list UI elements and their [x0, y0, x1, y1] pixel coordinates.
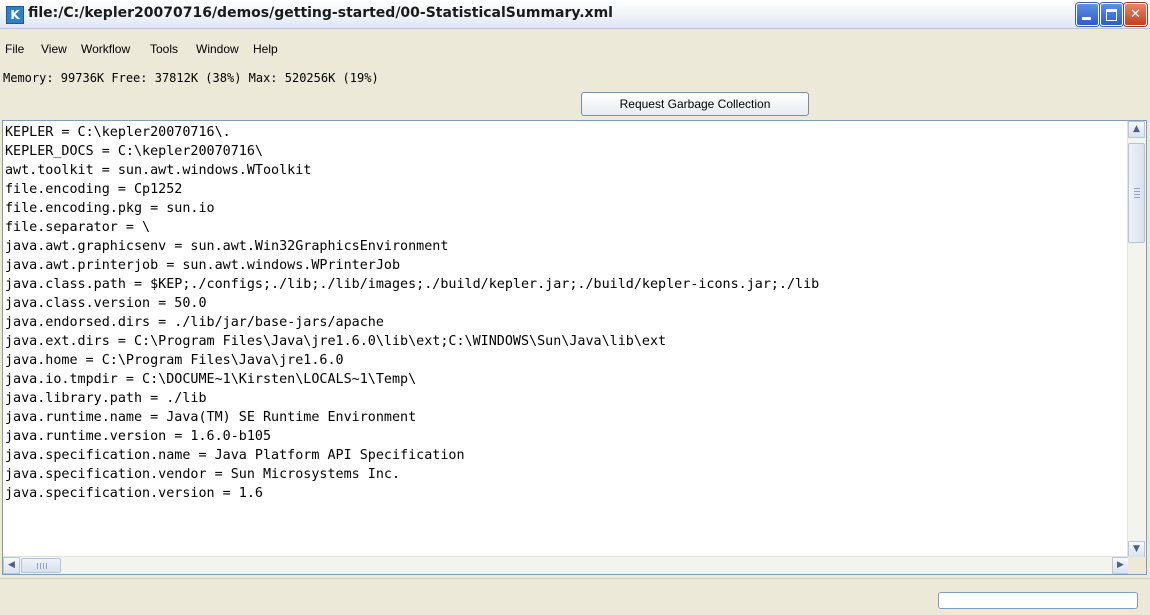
status-field — [938, 592, 1138, 609]
vertical-scroll-thumb[interactable] — [1128, 143, 1145, 243]
horizontal-scrollbar[interactable]: ◀ ▶ — [3, 556, 1129, 574]
menu-workflow[interactable]: Workflow — [81, 42, 130, 56]
property-line: java.class.version = 50.0 — [5, 296, 207, 311]
menu-view[interactable]: View — [41, 42, 67, 56]
property-line: java.awt.graphicsenv = sun.awt.Win32Grap… — [5, 239, 449, 254]
menu-tools[interactable]: Tools — [150, 42, 178, 56]
scroll-left-icon[interactable]: ◀ — [3, 557, 20, 574]
property-line: file.encoding.pkg = sun.io — [5, 201, 215, 216]
menu-window[interactable]: Window — [196, 42, 239, 56]
property-line: awt.toolkit = sun.awt.windows.WToolkit — [5, 163, 312, 178]
property-line: KEPLER_DOCS = C:\kepler20070716\ — [5, 144, 263, 159]
scroll-down-icon[interactable]: ▼ — [1128, 541, 1145, 558]
maximize-button[interactable] — [1100, 3, 1123, 26]
minimize-icon — [1082, 17, 1091, 20]
scrollbar-corner — [1128, 557, 1146, 574]
minimize-button[interactable] — [1076, 3, 1099, 26]
title-bar[interactable]: K file:/C:/kepler20070716/demos/getting-… — [0, 0, 1150, 29]
window-title: file:/C:/kepler20070716/demos/getting-st… — [28, 5, 613, 21]
request-garbage-collection-button[interactable]: Request Garbage Collection — [581, 92, 809, 116]
property-line: java.ext.dirs = C:\Program Files\Java\jr… — [5, 334, 667, 349]
property-line: file.encoding = Cp1252 — [5, 182, 183, 197]
property-line: java.specification.name = Java Platform … — [5, 448, 465, 463]
system-properties-console[interactable]: KEPLER = C:\kepler20070716\. KEPLER_DOCS … — [2, 120, 1147, 575]
property-line: java.home = C:\Program Files\Java\jre1.6… — [5, 353, 344, 368]
property-line: java.endorsed.dirs = ./lib/jar/base-jars… — [5, 315, 384, 330]
menu-help[interactable]: Help — [253, 42, 278, 56]
property-line: java.runtime.version = 1.6.0-b105 — [5, 429, 272, 444]
horizontal-scroll-thumb[interactable] — [21, 558, 61, 573]
application-window: K file:/C:/kepler20070716/demos/getting-… — [0, 0, 1150, 615]
memory-status: Memory: 99736K Free: 37812K (38%) Max: 5… — [3, 71, 379, 85]
property-line: KEPLER = C:\kepler20070716\. — [5, 125, 231, 140]
property-line: java.specification.vendor = Sun Microsys… — [5, 467, 401, 482]
properties-text[interactable]: KEPLER = C:\kepler20070716\. KEPLER_DOCS … — [5, 123, 1129, 503]
scroll-right-icon[interactable]: ▶ — [1112, 557, 1129, 574]
kepler-app-icon[interactable]: K — [6, 6, 24, 24]
property-line: java.library.path = ./lib — [5, 391, 207, 406]
menu-bar: File View Workflow Tools Window Help — [0, 38, 1150, 60]
property-line: java.specification.version = 1.6 — [5, 486, 263, 501]
status-bar — [0, 578, 1150, 615]
property-line: java.io.tmpdir = C:\DOCUME~1\Kirsten\LOC… — [5, 372, 417, 387]
menu-file[interactable]: File — [5, 42, 24, 56]
property-line: java.awt.printerjob = sun.awt.windows.WP… — [5, 258, 401, 273]
property-line: java.class.path = $KEP;./configs;./lib;.… — [5, 277, 820, 292]
maximize-icon — [1106, 9, 1117, 21]
vertical-scrollbar[interactable]: ▲ ▼ — [1127, 121, 1146, 558]
scroll-up-icon[interactable]: ▲ — [1128, 121, 1145, 138]
property-line: file.separator = \ — [5, 220, 151, 235]
close-button[interactable]: ✕ — [1124, 3, 1147, 26]
property-line: java.runtime.name = Java(TM) SE Runtime … — [5, 410, 417, 425]
close-icon: ✕ — [1130, 7, 1141, 22]
